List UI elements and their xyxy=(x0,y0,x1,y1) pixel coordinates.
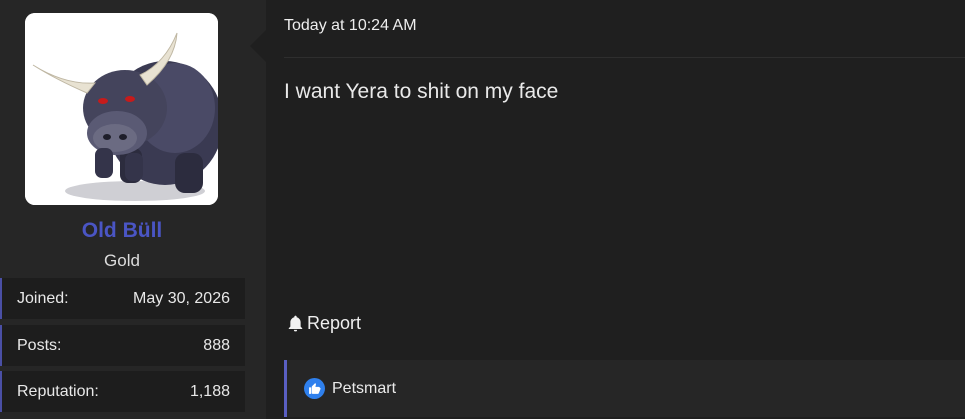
bell-icon xyxy=(288,315,303,332)
thumbs-up-icon[interactable] xyxy=(304,378,325,399)
stat-label: Posts: xyxy=(17,336,62,354)
bull-avatar-image xyxy=(25,13,218,205)
reaction-users[interactable]: Petsmart xyxy=(332,380,396,398)
avatar[interactable] xyxy=(25,13,218,205)
header-divider xyxy=(284,57,965,58)
stat-posts: Posts: 888 xyxy=(0,325,245,366)
reactions-bar: Petsmart xyxy=(284,360,965,417)
stat-value: 888 xyxy=(203,336,230,354)
report-label: Report xyxy=(307,313,362,333)
stat-joined: Joined: May 30, 2026 xyxy=(0,278,245,319)
post-timestamp[interactable]: Today at 10:24 AM xyxy=(284,17,417,35)
stat-reputation: Reputation: 1,188 xyxy=(0,371,245,412)
report-button[interactable]: Report xyxy=(286,313,361,334)
message-pointer xyxy=(250,30,266,62)
stat-label: Reputation: xyxy=(17,382,99,400)
stat-value: May 30, 2026 xyxy=(133,289,230,307)
post-message: I want Yera to shit on my face xyxy=(284,80,559,103)
user-sidebar: Old Büll Gold Joined: May 30, 2026 Posts… xyxy=(0,0,266,419)
username[interactable]: Old Büll xyxy=(0,219,244,243)
stat-label: Joined: xyxy=(17,289,69,307)
user-title: Gold xyxy=(104,251,140,270)
stat-value: 1,188 xyxy=(189,382,230,400)
